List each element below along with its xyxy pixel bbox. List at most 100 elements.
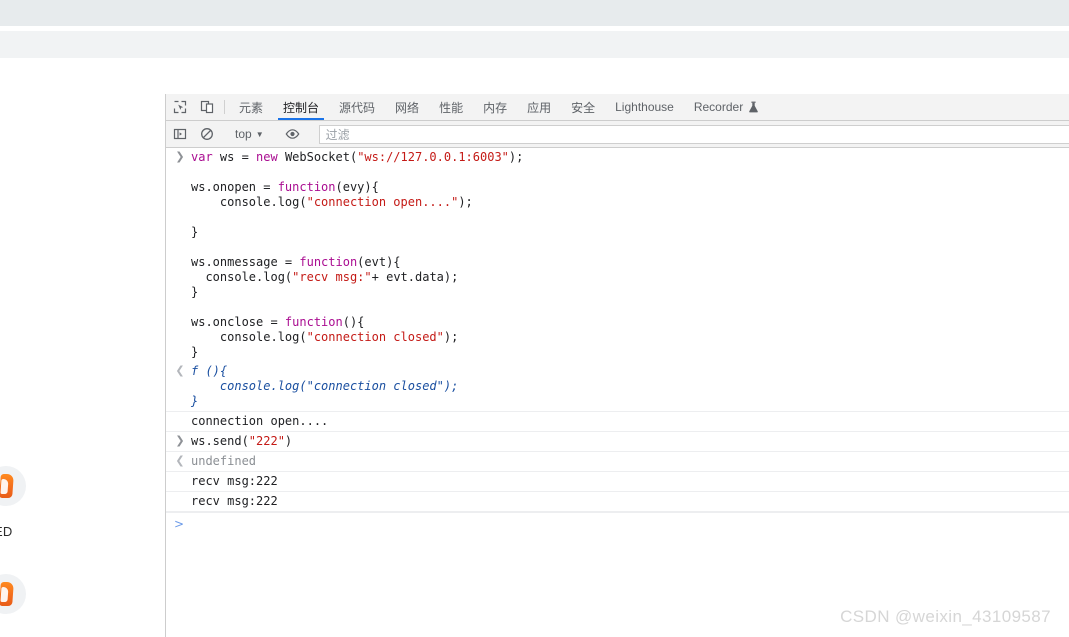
tab-1[interactable]: 控制台: [273, 94, 329, 120]
code-token: ): [284, 434, 293, 448]
flask-icon: [748, 101, 759, 113]
tab-label: 控制台: [283, 100, 320, 115]
tab-8[interactable]: Lighthouse: [605, 94, 684, 120]
devtools-window: 元素 控制台 源代码 网络 性能 内存 应用 安全 Lighthouse Recorder top…: [165, 94, 1069, 637]
clear-console-icon[interactable]: [193, 127, 220, 141]
console-message[interactable]: connection open....: [166, 411, 1069, 432]
console-message[interactable]: ❮ undefined: [166, 452, 1069, 472]
code-token: );: [458, 195, 473, 209]
code-token: console.log(: [191, 195, 307, 209]
tab-6[interactable]: 应用: [517, 94, 561, 120]
execution-context-select[interactable]: top ▼: [229, 127, 270, 141]
code-token: ws =: [219, 150, 257, 164]
output-arrow-icon: ❮: [175, 454, 185, 467]
code-token: "222": [248, 434, 285, 448]
code-token: (evy){: [335, 180, 379, 194]
console-message-text: connection open....: [191, 414, 328, 428]
tab-3[interactable]: 网络: [385, 94, 429, 120]
tab-label: 元素: [239, 100, 264, 115]
tab-label: Recorder: [693, 100, 744, 114]
code-token: function: [299, 255, 358, 269]
console-message-text: recv msg:222: [191, 494, 278, 508]
tab-label: 源代码: [339, 100, 376, 115]
tab-label: 内存: [483, 100, 508, 115]
code-token: (){: [342, 315, 365, 329]
code-token: console.log("connection closed");: [191, 379, 459, 393]
code-token: ws.send(: [191, 434, 249, 448]
input-arrow-icon: ❯: [175, 434, 185, 447]
code-token: }: [191, 225, 199, 239]
inspect-element-icon[interactable]: [166, 94, 193, 120]
code-token: connection open....: [191, 414, 329, 428]
toolbar-divider: [224, 100, 225, 114]
console-sidebar-icon[interactable]: [166, 127, 193, 141]
console-message[interactable]: ❮ f (){ console.log("connection closed");…: [166, 362, 1069, 411]
console-message[interactable]: ❯ ws.send("222"): [166, 432, 1069, 452]
code-token: "recv msg:": [292, 270, 372, 284]
tab-label: 性能: [439, 100, 464, 115]
code-token: ws.onopen =: [191, 180, 278, 194]
input-arrow-icon: ❯: [175, 150, 185, 163]
code-token: (evt){: [357, 255, 401, 269]
code-token: + evt.data);: [371, 270, 459, 284]
chevron-down-icon: ▼: [255, 129, 264, 139]
code-token: undefined: [191, 454, 257, 468]
tab-4[interactable]: 性能: [429, 94, 473, 120]
console-message-list[interactable]: ❯ var ws = new WebSocket("ws://127.0.0.1:…: [166, 148, 1069, 637]
code-token: console.log(: [191, 270, 293, 284]
console-message-text: f (){ console.log("connection closed"); …: [191, 364, 458, 408]
code-token: ws.onclose =: [191, 315, 285, 329]
console-message-text: ws.send("222"): [191, 434, 292, 448]
tab-label: 应用: [527, 100, 552, 115]
console-toolbar: top ▼ 过滤: [166, 121, 1069, 148]
prompt-chevron-icon: >: [174, 517, 185, 531]
code-token: recv msg:222: [191, 494, 278, 508]
live-expression-eye-icon[interactable]: [279, 127, 306, 141]
code-token: f (){: [191, 364, 228, 378]
tab-label: 网络: [395, 100, 420, 115]
console-messages: ❯ var ws = new WebSocket("ws://127.0.0.1:…: [166, 148, 1069, 512]
code-token: function: [284, 315, 343, 329]
console-message-text: var ws = new WebSocket("ws://127.0.0.1:6…: [191, 150, 523, 359]
flame-glyph: [0, 582, 14, 606]
tab-7[interactable]: 安全: [561, 94, 605, 120]
code-token: );: [443, 330, 459, 344]
console-message[interactable]: ❯ var ws = new WebSocket("ws://127.0.0.1:…: [166, 148, 1069, 362]
console-message-text: recv msg:222: [191, 474, 278, 488]
code-token: "connection closed": [306, 330, 444, 344]
output-arrow-icon: ❮: [175, 364, 185, 377]
tab-0[interactable]: 元素: [229, 94, 273, 120]
code-token: "ws://127.0.0.1:6003": [357, 150, 509, 164]
code-token: new: [256, 150, 285, 164]
page-top-band: [0, 0, 1069, 26]
console-filter-input[interactable]: 过滤: [318, 124, 1069, 144]
console-message[interactable]: recv msg:222: [166, 472, 1069, 492]
page-secondary-band: [0, 31, 1069, 58]
devtools-tab-strip: 元素 控制台 源代码 网络 性能 内存 应用 安全 Lighthouse Recorder: [166, 94, 1069, 121]
code-token: );: [508, 150, 524, 164]
tab-list: 元素 控制台 源代码 网络 性能 内存 应用 安全 Lighthouse Recorder: [229, 94, 769, 120]
tab-label: Lighthouse: [615, 100, 674, 114]
code-token: }: [191, 345, 199, 359]
page-side-label: ED: [0, 524, 13, 539]
tab-9[interactable]: Recorder: [684, 94, 769, 120]
code-token: WebSocket(: [284, 150, 358, 164]
code-token: }: [191, 285, 199, 299]
console-message-text: undefined: [191, 454, 256, 468]
code-token: var: [191, 150, 220, 164]
code-token: console.log(: [191, 330, 307, 344]
tab-label: 安全: [571, 100, 596, 115]
execution-context-label: top: [235, 127, 252, 141]
code-token: }: [191, 394, 199, 408]
code-token: recv msg:222: [191, 474, 278, 488]
console-message[interactable]: recv msg:222: [166, 492, 1069, 512]
tab-2[interactable]: 源代码: [329, 94, 385, 120]
code-token: function: [277, 180, 336, 194]
watermark: CSDN @weixin_43109587: [840, 607, 1051, 626]
flame-glyph: [0, 474, 14, 498]
code-token: "connection open....": [306, 195, 459, 209]
code-token: ws.onmessage =: [191, 255, 300, 269]
tab-5[interactable]: 内存: [473, 94, 517, 120]
device-toolbar-icon[interactable]: [193, 94, 220, 120]
console-prompt-row[interactable]: >: [166, 512, 1069, 539]
